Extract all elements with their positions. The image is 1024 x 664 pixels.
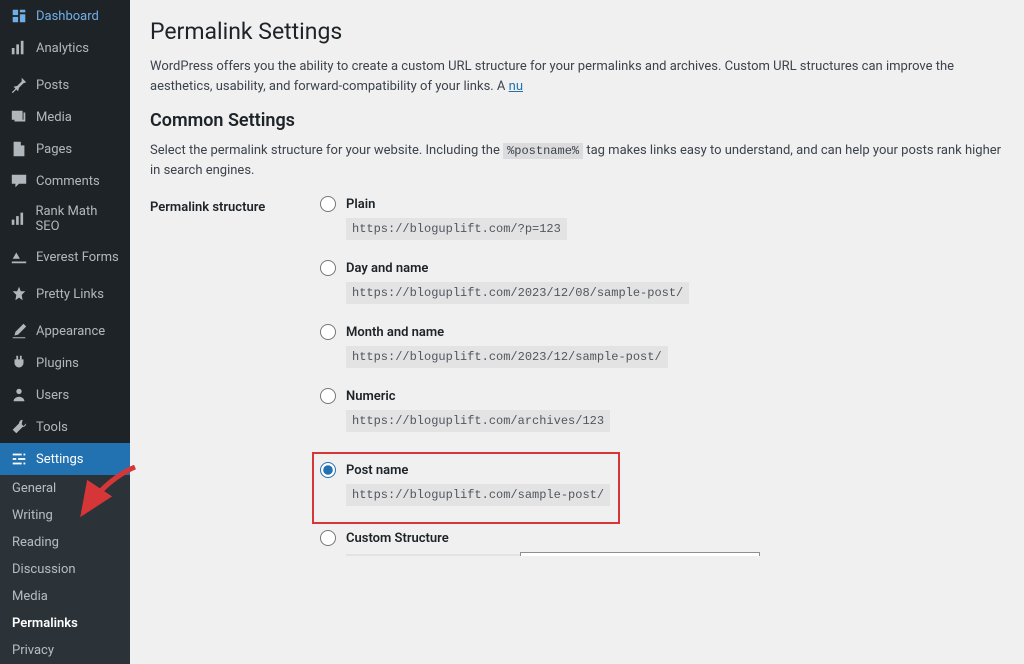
custom-structure-input[interactable]: [520, 552, 760, 556]
sidebar-label: Tools: [36, 420, 68, 435]
radio-numeric[interactable]: [320, 388, 336, 404]
url-postname: https://bloguplift.com/sample-post/: [346, 484, 610, 506]
structure-label: Permalink structure: [150, 196, 320, 556]
option-custom: Custom Structure https://bloguplift.com …: [320, 530, 1004, 556]
sub-item-writing[interactable]: Writing: [0, 502, 130, 529]
sidebar-label: Analytics: [36, 41, 89, 56]
sub-item-discussion[interactable]: Discussion: [0, 556, 130, 583]
option-numeric: Numeric https://bloguplift.com/archives/…: [320, 388, 1004, 444]
sidebar-item-media[interactable]: Media: [0, 101, 130, 133]
intro-link[interactable]: nu: [509, 79, 523, 94]
plugin-icon: [10, 354, 28, 372]
sidebar-item-analytics[interactable]: Analytics: [0, 32, 130, 64]
url-plain: https://bloguplift.com/?p=123: [346, 218, 567, 240]
sidebar-item-posts[interactable]: Posts: [0, 69, 130, 101]
sidebar-label: Dashboard: [36, 9, 99, 24]
pin-icon: [10, 76, 28, 94]
radio-plain[interactable]: [320, 196, 336, 212]
label-postname[interactable]: Post name: [346, 463, 408, 478]
sidebar-item-users[interactable]: Users: [0, 379, 130, 411]
sidebar-item-comments[interactable]: Comments: [0, 165, 130, 197]
sub-item-general[interactable]: General: [0, 475, 130, 502]
label-custom[interactable]: Custom Structure: [346, 531, 449, 546]
pages-icon: [10, 140, 28, 158]
option-monthname: Month and name https://bloguplift.com/20…: [320, 324, 1004, 380]
sidebar-label: Appearance: [36, 324, 105, 339]
common-settings-heading: Common Settings: [150, 110, 1004, 131]
highlight-postname: Post name https://bloguplift.com/sample-…: [312, 452, 620, 524]
option-plain: Plain https://bloguplift.com/?p=123: [320, 196, 1004, 252]
postname-tag: %postname%: [503, 143, 583, 159]
sidebar-label: Plugins: [36, 356, 79, 371]
url-numeric: https://bloguplift.com/archives/123: [346, 410, 610, 432]
sidebar-item-settings[interactable]: Settings: [0, 443, 130, 475]
media-icon: [10, 108, 28, 126]
radio-postname[interactable]: [320, 462, 336, 478]
url-monthname: https://bloguplift.com/2023/12/sample-po…: [346, 346, 668, 368]
option-dayname: Day and name https://bloguplift.com/2023…: [320, 260, 1004, 316]
intro-text: WordPress offers you the ability to crea…: [150, 57, 1004, 96]
tools-icon: [10, 418, 28, 436]
sidebar-item-tools[interactable]: Tools: [0, 411, 130, 443]
url-dayname: https://bloguplift.com/2023/12/08/sample…: [346, 282, 689, 304]
sidebar-item-everestforms[interactable]: Everest Forms: [0, 241, 130, 273]
sidebar-item-dashboard[interactable]: Dashboard: [0, 0, 130, 32]
sidebar-label: Users: [36, 388, 69, 403]
sidebar-label: Media: [36, 110, 72, 125]
admin-sidebar: Dashboard Analytics Posts Media Pages Co…: [0, 0, 130, 556]
label-plain[interactable]: Plain: [346, 197, 375, 212]
radio-dayname[interactable]: [320, 260, 336, 276]
option-postname: Post name https://bloguplift.com/sample-…: [320, 462, 612, 510]
sidebar-item-pages[interactable]: Pages: [0, 133, 130, 165]
radio-custom[interactable]: [320, 530, 336, 546]
chart-icon: [10, 210, 27, 228]
users-icon: [10, 386, 28, 404]
label-numeric[interactable]: Numeric: [346, 389, 396, 404]
sidebar-item-rankmath[interactable]: Rank Math SEO: [0, 197, 130, 241]
main-content: Permalink Settings WordPress offers you …: [130, 0, 1024, 556]
sidebar-label: Everest Forms: [36, 250, 119, 265]
sidebar-label: Posts: [36, 78, 69, 93]
dashboard-icon: [10, 7, 28, 25]
sidebar-label: Pretty Links: [36, 287, 104, 302]
sidebar-label: Pages: [36, 142, 72, 157]
brush-icon: [10, 322, 28, 340]
sub-item-reading[interactable]: Reading: [0, 529, 130, 556]
label-monthname[interactable]: Month and name: [346, 325, 444, 340]
sidebar-item-appearance[interactable]: Appearance: [0, 315, 130, 347]
radio-monthname[interactable]: [320, 324, 336, 340]
sub-item-permalinks[interactable]: Permalinks: [0, 610, 130, 637]
settings-icon: [10, 450, 28, 468]
sidebar-item-prettylinks[interactable]: Pretty Links: [0, 278, 130, 310]
sidebar-label: Rank Math SEO: [35, 204, 122, 234]
sidebar-label: Comments: [36, 174, 100, 189]
settings-submenu: General Writing Reading Discussion Media…: [0, 475, 130, 664]
comments-icon: [10, 172, 28, 190]
sidebar-item-plugins[interactable]: Plugins: [0, 347, 130, 379]
sidebar-label: Settings: [36, 452, 83, 467]
analytics-icon: [10, 39, 28, 57]
star-icon: [10, 285, 28, 303]
sub-item-media[interactable]: Media: [0, 583, 130, 610]
page-title: Permalink Settings: [150, 18, 1004, 45]
forms-icon: [10, 248, 28, 266]
common-desc: Select the permalink structure for your …: [150, 141, 1004, 180]
sub-item-privacy[interactable]: Privacy: [0, 637, 130, 664]
label-dayname[interactable]: Day and name: [346, 261, 428, 276]
